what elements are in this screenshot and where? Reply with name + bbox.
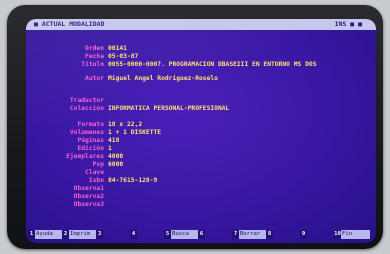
fkey-number: 1	[28, 230, 35, 239]
fkey-2[interactable]: 2 Imprim	[62, 230, 98, 239]
title-left: ■ ACTUAL MODALIDAD	[34, 20, 105, 28]
field-value[interactable]: Miguel Angel Rodriguez-Roselo	[108, 74, 218, 83]
fkey-label: Fin	[341, 230, 370, 239]
fkey-number: 4	[130, 230, 137, 239]
fkey-number: 2	[62, 230, 69, 239]
fkey-number: 9	[300, 230, 307, 239]
fkey-label: Imprim	[69, 230, 98, 239]
status-indicators: INS ■ ■	[334, 20, 362, 28]
fkey-4[interactable]: 4	[130, 230, 166, 239]
field-label: Título	[81, 61, 104, 68]
fkey-5[interactable]: 5 Busca	[164, 230, 200, 239]
field-row-coleccion: Colección INFORMATICA PERSONAL-PROFESION…	[26, 104, 376, 113]
field-row-titulo: Título 0055-0000-0007. PROGRAMACION DBAS…	[26, 60, 376, 69]
fkey-number: 7	[232, 230, 239, 239]
field-label: Autor	[85, 75, 104, 82]
monitor-bezel: ■ ACTUAL MODALIDAD INS ■ ■ Orden 00141 F…	[7, 5, 383, 249]
fkey-9[interactable]: 9	[300, 230, 336, 239]
fkey-8[interactable]: 8	[266, 230, 302, 239]
fkey-label: Borrar	[239, 230, 268, 239]
fkey-label: Ayuda	[35, 230, 64, 239]
fkey-number: 8	[266, 230, 273, 239]
title-bar: ■ ACTUAL MODALIDAD INS ■ ■	[26, 19, 376, 30]
fkey-3[interactable]: 3	[96, 230, 132, 239]
fkey-10[interactable]: 10Fin	[334, 230, 370, 239]
fkey-number: 6	[198, 230, 205, 239]
field-label: Colección	[69, 105, 104, 112]
fkey-label: Busca	[171, 230, 200, 239]
fkey-6[interactable]: 6	[198, 230, 234, 239]
field-row-autor: Autor Miguel Angel Rodriguez-Roselo	[26, 74, 376, 83]
function-key-bar: 1 Ayuda 2 Imprim 3 4 5 Busca 6 7 Borrar 8 9 …	[28, 230, 374, 241]
field-value[interactable]: INFORMATICA PERSONAL-PROFESIONAL	[108, 104, 229, 113]
field-label: Observa3	[73, 201, 104, 208]
fkey-number: 5	[164, 230, 171, 239]
field-row-observa3: Observa3	[26, 200, 376, 209]
crt-screen: ■ ACTUAL MODALIDAD INS ■ ■ Orden 00141 F…	[26, 19, 376, 243]
field-value[interactable]: 0055-0000-0007. PROGRAMACION DBASEIII EN…	[108, 60, 317, 69]
fkey-number: 3	[96, 230, 103, 239]
fkey-7[interactable]: 7 Borrar	[232, 230, 268, 239]
fkey-number: 10	[334, 230, 341, 239]
fkey-1[interactable]: 1 Ayuda	[28, 230, 64, 239]
